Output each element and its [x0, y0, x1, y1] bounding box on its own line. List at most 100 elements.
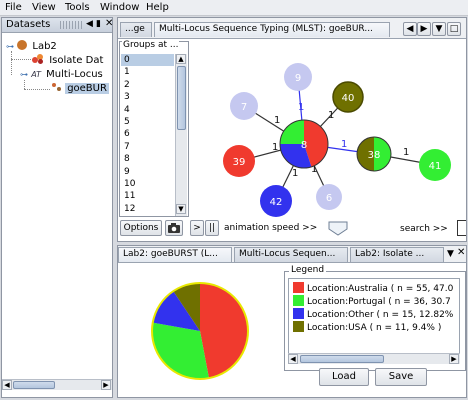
groups-list-items: 0 1 2 3 4 5 6 7 8 9 10 11 12 [121, 54, 174, 215]
graph-node[interactable]: 42 [260, 185, 292, 217]
datasets-hscrollbar[interactable]: ◀ ▶ [2, 379, 112, 390]
legend-item[interactable]: Location:USA ( n = 11, 9.4% ) [293, 321, 441, 333]
groups-list-item[interactable]: 5 [121, 116, 174, 128]
legend-box: Legend Location:Australia ( n = 55, 47.0… [284, 265, 466, 371]
legend-title: Legend [289, 265, 327, 275]
datasets-title: Datasets [6, 19, 51, 30]
search-input[interactable] [457, 220, 466, 236]
legend-label: Location:Portugal ( n = 36, 30.7 [307, 297, 451, 307]
legend-item[interactable]: Location:Australia ( n = 55, 47.0 [293, 282, 453, 294]
options-button[interactable]: Options [120, 220, 162, 236]
save-button[interactable]: Save [375, 368, 427, 386]
search-label: search >> [400, 224, 448, 234]
scroll-up-icon[interactable]: ▲ [176, 54, 186, 64]
groups-list-item[interactable]: 10 [121, 178, 174, 190]
expand-icon[interactable]: ⊶ [20, 70, 28, 79]
tab-left-icon[interactable]: ◀ [403, 22, 417, 36]
scroll-down-icon[interactable]: ▼ [176, 204, 186, 214]
tab-mlst[interactable]: Multi-Locus Sequen... [234, 247, 348, 262]
legend-swatch [293, 295, 304, 306]
legend-hscrollbar[interactable]: ◀ ▶ [288, 353, 460, 364]
camera-icon[interactable] [165, 220, 183, 236]
speed-slider-thumb[interactable] [326, 219, 350, 237]
edge-label: 1 [328, 110, 334, 121]
maximize-icon[interactable]: □ [447, 22, 461, 36]
close-icon[interactable]: ✕ [457, 247, 465, 258]
legend-item[interactable]: Location:Other ( n = 15, 12.82% [293, 308, 453, 320]
groups-list-item[interactable]: 4 [121, 104, 174, 116]
graph-node[interactable]: 40 [332, 81, 364, 113]
legend-swatch [293, 282, 304, 293]
tab-right-icon[interactable]: ▶ [417, 22, 431, 36]
groups-list-item[interactable]: 3 [121, 91, 174, 103]
goeburst-graph[interactable]: 11 111 11 1 974083839 4142 6 [198, 43, 464, 221]
menu-tools[interactable]: Tools [65, 2, 90, 13]
tab-menu-icon[interactable]: ▼ [432, 22, 446, 36]
node-label: 40 [342, 93, 355, 104]
collapse-icon[interactable]: ◀ [86, 19, 93, 29]
legend-item[interactable]: Location:Portugal ( n = 36, 30.7 [293, 295, 451, 307]
pause-button[interactable]: || [205, 220, 219, 236]
menu-file[interactable]: File [5, 2, 22, 13]
graph-node[interactable]: 41 [419, 149, 451, 181]
graph-node[interactable]: 6 [316, 184, 342, 210]
legend-label: Location:Other ( n = 15, 12.82% [307, 310, 454, 320]
edge-label: 1 [403, 147, 409, 158]
tree-node-mlst[interactable]: ⊶ AT Multi-Locus [20, 69, 103, 80]
edge-label: 1 [341, 139, 347, 150]
groups-list-item[interactable]: 1 [121, 66, 174, 78]
scroll-thumb[interactable] [13, 381, 55, 389]
menu-window[interactable]: Window [100, 2, 139, 13]
graph-node[interactable]: 8 [279, 119, 329, 169]
groups-list-item[interactable]: 2 [121, 79, 174, 91]
tab-isolate[interactable]: Lab2: Isolate ... [350, 247, 444, 262]
tree-node-goeburst[interactable]: goeBUR [52, 82, 114, 96]
tree-node-isolate[interactable]: Isolate Dat [32, 54, 103, 66]
scroll-left-icon[interactable]: ◀ [288, 354, 298, 364]
groups-vscrollbar[interactable]: ▲ ▼ [175, 54, 187, 216]
tab-list-icon[interactable]: ▼ [447, 249, 454, 259]
scroll-right-icon[interactable]: ▶ [449, 354, 459, 364]
groups-list-item[interactable]: 7 [121, 141, 174, 153]
node-label: 9 [295, 73, 301, 84]
node-label: 8 [301, 140, 307, 151]
close-icon[interactable]: ✕ [105, 18, 113, 29]
groups-list-item[interactable]: 0 [121, 54, 174, 67]
groups-list-item[interactable]: 11 [121, 190, 174, 202]
graph-node[interactable]: 9 [284, 63, 312, 91]
groups-list-item[interactable]: 12 [121, 203, 174, 215]
legend-label: Location:Australia ( n = 55, 47.0 [307, 284, 454, 294]
menu-bar: File View Tools Window Help [0, 0, 468, 16]
scroll-thumb[interactable] [300, 355, 384, 363]
graph-node[interactable]: 38 [356, 136, 392, 172]
groups-list[interactable]: 0 1 2 3 4 5 6 7 8 9 10 11 12 [121, 54, 174, 216]
menu-view[interactable]: View [32, 2, 56, 13]
tab-goeburst[interactable]: Lab2: goeBURST (L... [118, 247, 232, 262]
groups-box: Groups at ... 0 1 2 3 4 5 6 7 8 9 10 11 12 ▲ ▼ [119, 40, 189, 217]
scroll-thumb[interactable] [177, 66, 186, 130]
pin-icon[interactable]: ▮ [96, 19, 101, 29]
groups-title: Groups at ... [122, 40, 180, 50]
load-button[interactable]: Load [319, 368, 369, 386]
tab-ge[interactable]: ...ge [120, 22, 152, 37]
scroll-left-icon[interactable]: ◀ [2, 380, 12, 390]
edge-label: 1 [272, 142, 278, 153]
node-label: 41 [429, 161, 442, 172]
goeburst-icon [52, 82, 62, 92]
tree-node-lab2[interactable]: ⊶ Lab2 [6, 40, 57, 52]
graph-node[interactable]: 39 [223, 145, 255, 177]
tree-line [24, 89, 50, 90]
groups-list-item[interactable]: 9 [121, 166, 174, 178]
graph-node[interactable]: 7 [230, 92, 258, 120]
menu-help[interactable]: Help [146, 2, 169, 13]
expand-icon[interactable]: ⊶ [6, 42, 14, 51]
edge-label: 1 [298, 102, 304, 113]
groups-list-item[interactable]: 6 [121, 128, 174, 140]
tab-mlst-goeburst[interactable]: Multi-Locus Sequence Typing (MLST): goeB… [154, 22, 390, 37]
play-button[interactable]: > [190, 220, 204, 236]
groups-list-item[interactable]: 8 [121, 153, 174, 165]
node-label: 38 [368, 150, 381, 161]
datasets-panel: Datasets ◀ ▮ ✕ ⊶ Lab2 Isolate Dat ⊶ AT M… [1, 17, 113, 398]
legend-list[interactable]: Location:Australia ( n = 55, 47.0 Locatio… [288, 278, 460, 354]
scroll-right-icon[interactable]: ▶ [101, 380, 111, 390]
